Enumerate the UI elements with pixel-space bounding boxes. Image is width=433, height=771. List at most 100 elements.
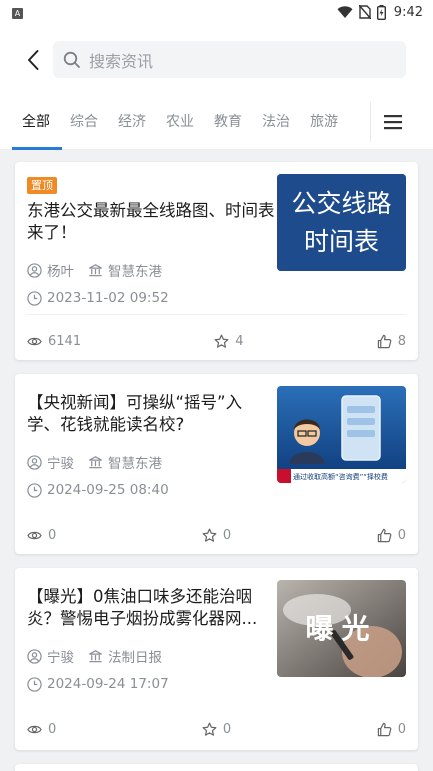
article-body: 【曝光】0焦油口味多还能治咽炎？警惕电子烟扮成雾化器网... 宁骏 法制日报 2… — [27, 586, 275, 692]
favorites-value: 0 — [222, 527, 232, 543]
article-date-row: 2024-09-25 08:40 — [27, 482, 275, 498]
thumbs-up-icon — [377, 334, 392, 348]
vape-exposure-thumbnail: 曝光 — [277, 580, 406, 677]
favorites-value: 0 — [222, 721, 232, 737]
like-button[interactable]: 0 — [377, 528, 406, 543]
article-card[interactable]: 【央视新闻】可操纵“摇号”入学、花钱就能读名校? 宁骏 智慧东港 2024-09… — [15, 374, 418, 554]
wifi-icon — [337, 5, 353, 18]
views-value: 6141 — [48, 333, 82, 349]
no-sim-icon — [358, 5, 371, 19]
eye-icon — [27, 337, 42, 345]
institution-icon — [89, 649, 102, 662]
article-stats: 0 0 0 — [27, 524, 406, 546]
like-button[interactable]: 0 — [377, 722, 406, 737]
news-broadcast-thumbnail: 通过收取高额“咨询费”“择校费 — [277, 386, 406, 483]
tab-all[interactable]: 全部 — [12, 94, 62, 150]
article-thumbnail[interactable]: 公交线路 时间表 — [277, 174, 406, 271]
article-card[interactable]: 【曝光】0焦油口味多还能治咽炎？警惕电子烟扮成雾化器网... 宁骏 法制日报 2… — [15, 568, 418, 750]
likes-value: 8 — [397, 333, 406, 349]
article-meta: 杨叶 智慧东港 — [27, 260, 275, 280]
article-stats: 0 0 0 — [27, 718, 406, 740]
tab-strip[interactable]: 全部 综合 经济 农业 教育 法治 旅游 民 — [12, 94, 353, 150]
battery-icon — [376, 4, 386, 20]
article-body: 【央视新闻】可操纵“摇号”入学、花钱就能读名校? 宁骏 智慧东港 2024-09… — [27, 392, 275, 498]
article-author: 杨叶 — [47, 264, 74, 280]
article-author: 宁骏 — [47, 456, 74, 472]
user-icon — [27, 648, 42, 664]
thumb-text: 曝光 — [305, 612, 377, 645]
institution-icon — [89, 263, 102, 276]
view-count: 0 — [27, 528, 56, 543]
article-source: 法制日报 — [108, 650, 162, 666]
tab-general[interactable]: 综合 — [60, 94, 108, 150]
search-input[interactable]: 搜索资讯 — [53, 41, 406, 78]
likes-value: 0 — [397, 721, 406, 737]
view-count: 6141 — [27, 334, 81, 349]
article-title[interactable]: 东港公交最新最全线路图、时间表来了！ — [27, 200, 275, 244]
user-icon — [27, 262, 42, 278]
clock-icon — [27, 676, 42, 692]
favorite-button[interactable]: 0 — [202, 722, 231, 737]
star-icon — [214, 334, 229, 348]
thumbs-up-icon — [377, 528, 392, 542]
tab-tourism[interactable]: 旅游 — [300, 94, 348, 150]
thumbs-up-icon — [377, 722, 392, 736]
status-bar-right: 9:42 — [337, 4, 423, 20]
search-placeholder: 搜索资讯 — [89, 51, 154, 71]
likes-value: 0 — [397, 527, 406, 543]
tab-law[interactable]: 法治 — [252, 94, 300, 150]
favorite-button[interactable]: 4 — [214, 333, 244, 349]
institution-icon — [89, 455, 102, 468]
status-bar-left: A — [12, 5, 23, 20]
article-date: 2023-11-02 09:52 — [47, 290, 169, 306]
article-meta: 宁骏 智慧东港 — [27, 452, 275, 472]
article-card[interactable]: 置顶 东港公交最新最全线路图、时间表来了！ 杨叶 智慧东港 2023-11-02… — [15, 162, 418, 360]
article-title[interactable]: 【央视新闻】可操纵“摇号”入学、花钱就能读名校? — [27, 392, 275, 436]
category-tabs: 全部 综合 经济 农业 教育 法治 旅游 民 — [0, 94, 433, 150]
thumb-text-line2: 时间表 — [304, 227, 379, 256]
article-source: 智慧东港 — [108, 456, 162, 472]
status-time: 9:42 — [393, 4, 423, 20]
eye-icon — [27, 531, 42, 539]
tab-agriculture[interactable]: 农业 — [156, 94, 204, 150]
tab-partial[interactable]: 民 — [348, 94, 353, 150]
eye-icon — [27, 725, 42, 733]
header: 搜索资讯 — [0, 24, 433, 94]
menu-icon[interactable] — [382, 112, 404, 132]
thumb-caption: 通过收取高额“咨询费”“择校费 — [293, 472, 388, 481]
view-count: 0 — [27, 722, 56, 737]
article-date: 2024-09-24 17:07 — [47, 676, 169, 692]
views-value: 0 — [48, 721, 57, 737]
tab-education[interactable]: 教育 — [204, 94, 252, 150]
like-button[interactable]: 8 — [377, 334, 406, 349]
clock-icon — [27, 290, 42, 306]
article-date-row: 2024-09-24 17:07 — [27, 676, 275, 692]
article-date: 2024-09-25 08:40 — [47, 482, 169, 498]
tab-economy[interactable]: 经济 — [108, 94, 156, 150]
notification-icon: A — [12, 7, 23, 19]
search-icon — [63, 51, 80, 68]
article-title[interactable]: 【曝光】0焦油口味多还能治咽炎？警惕电子烟扮成雾化器网... — [27, 586, 275, 630]
article-stats: 6141 4 8 — [27, 330, 406, 352]
article-body: 置顶 东港公交最新最全线路图、时间表来了！ 杨叶 智慧东港 2023-11-02… — [27, 174, 275, 306]
back-arrow-icon[interactable] — [22, 48, 46, 72]
favorite-button[interactable]: 0 — [202, 528, 231, 543]
article-thumbnail[interactable]: 曝光 — [277, 580, 406, 677]
tab-divider — [370, 102, 371, 142]
status-bar: A 9:42 — [0, 0, 433, 24]
thumb-text-line1: 公交线路 — [291, 189, 391, 218]
views-value: 0 — [48, 527, 57, 543]
favorites-value: 4 — [235, 333, 244, 349]
article-date-row: 2023-11-02 09:52 — [27, 290, 275, 306]
card-divider — [27, 314, 406, 315]
pinned-badge: 置顶 — [27, 177, 57, 194]
star-icon — [202, 722, 217, 736]
clock-icon — [27, 482, 42, 498]
article-card[interactable] — [15, 764, 418, 771]
article-meta: 宁骏 法制日报 — [27, 646, 275, 666]
article-thumbnail[interactable]: 通过收取高额“咨询费”“择校费 — [277, 386, 406, 483]
star-icon — [202, 528, 217, 542]
user-icon — [27, 454, 42, 470]
article-author: 宁骏 — [47, 650, 74, 666]
bus-route-thumbnail: 公交线路 时间表 — [277, 174, 406, 271]
